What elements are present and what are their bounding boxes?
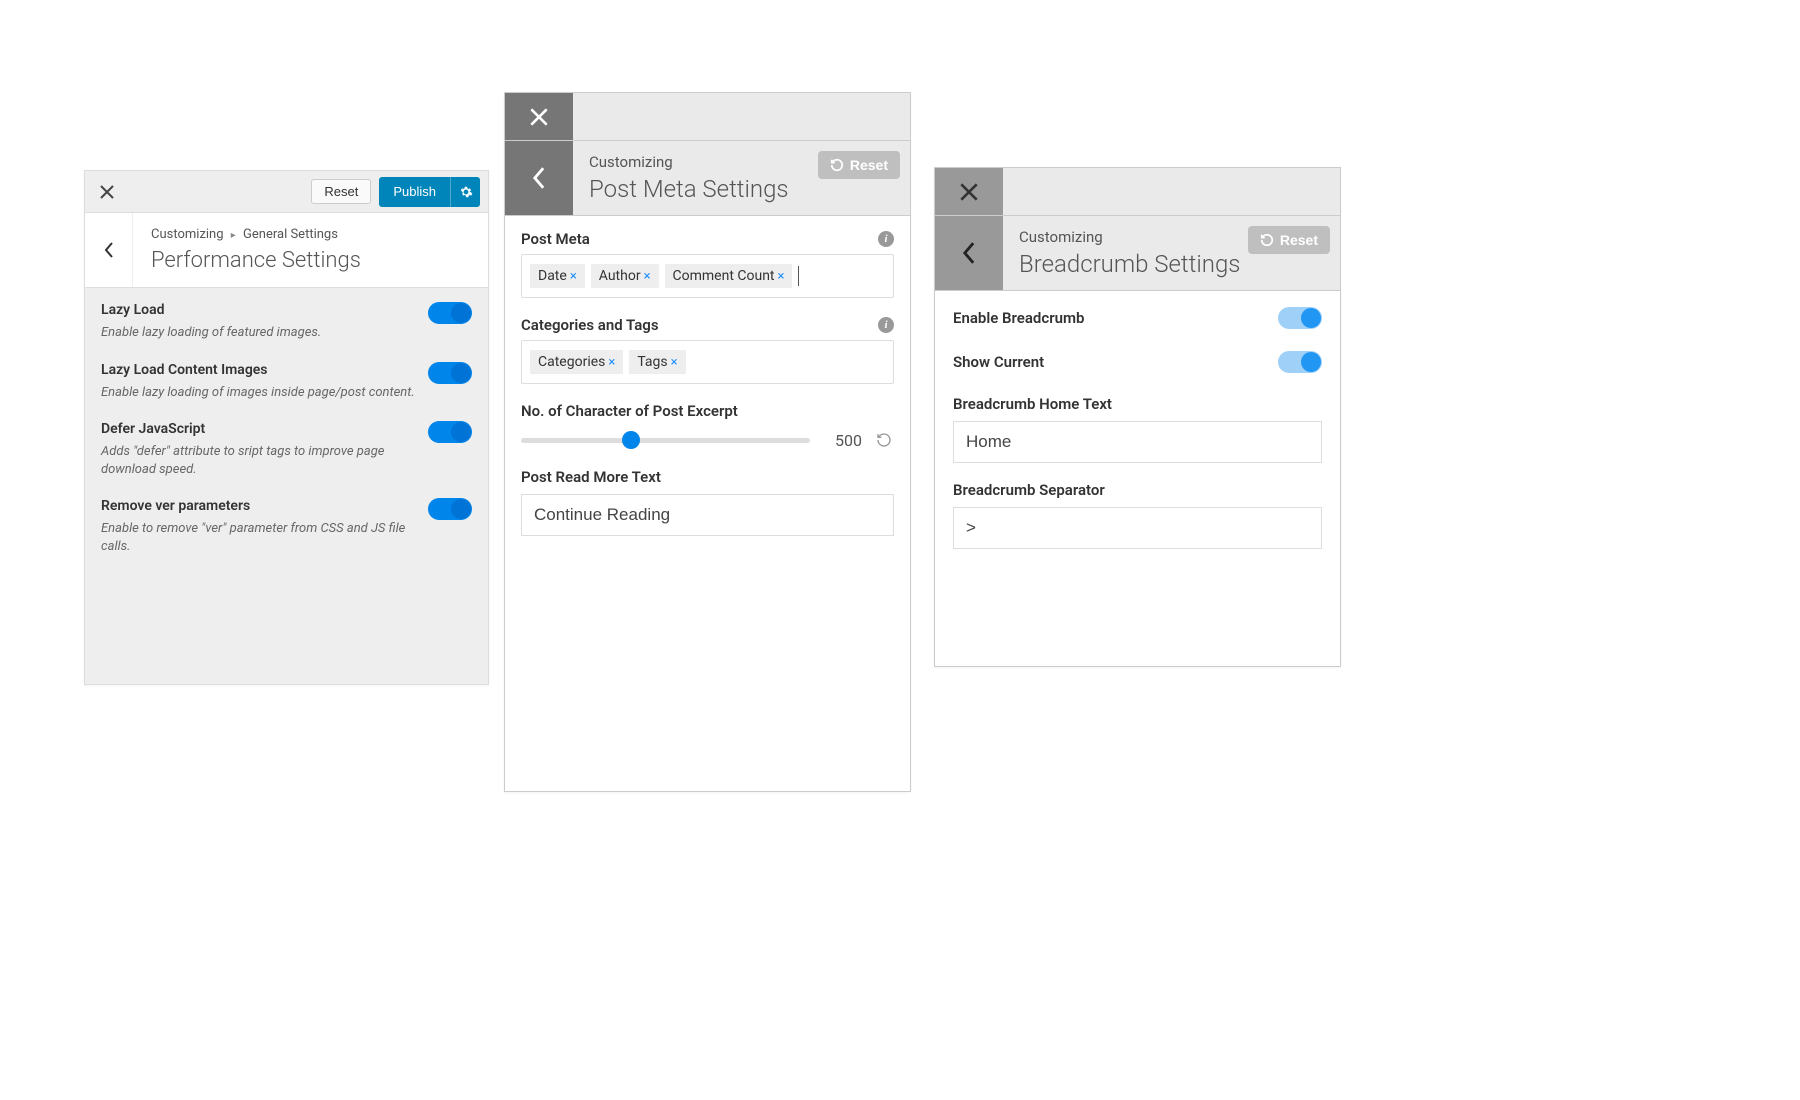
- customizer-header: Reset Publish: [85, 171, 488, 213]
- option-description: Enable lazy loading of images inside pag…: [101, 384, 416, 402]
- info-icon[interactable]: i: [878, 317, 894, 333]
- tag-date[interactable]: Date×: [530, 264, 585, 288]
- breadcrumb: Customizing ▸ General Settings: [151, 227, 470, 242]
- field-label: No. of Character of Post Excerpt: [521, 402, 894, 420]
- option-lazy-load-content: Lazy Load Content Images Enable lazy loa…: [101, 362, 472, 418]
- text-cursor: [798, 266, 799, 286]
- field-label: Breadcrumb Home Text: [953, 395, 1322, 413]
- option-description: Enable to remove "ver" parameter from CS…: [101, 520, 416, 555]
- read-more-input[interactable]: [521, 494, 894, 536]
- close-button[interactable]: [935, 168, 1003, 215]
- gear-icon: [459, 185, 473, 199]
- customizer-header: [505, 93, 910, 141]
- chevron-left-icon: [962, 241, 976, 265]
- publish-settings-button[interactable]: [450, 177, 480, 207]
- reset-slider-button[interactable]: [874, 430, 894, 450]
- breadcrumb-section: General Settings: [243, 227, 338, 242]
- panel-post-meta-settings: Reset Customizing Post Meta Settings Pos…: [504, 92, 911, 792]
- reset-icon: [1260, 233, 1274, 247]
- panel-title-row: Reset Customizing Post Meta Settings: [505, 141, 910, 216]
- field-label: Post Meta: [521, 230, 590, 248]
- reset-icon: [830, 158, 844, 172]
- option-description: Enable lazy loading of featured images.: [101, 324, 416, 342]
- option-label: Defer JavaScript: [101, 421, 416, 437]
- panel-performance-settings: Reset Publish Customizing ▸ General Sett…: [84, 170, 489, 685]
- close-icon: [100, 185, 114, 199]
- field-excerpt-length: No. of Character of Post Excerpt 500: [521, 402, 894, 450]
- reset-button[interactable]: Reset: [311, 179, 371, 204]
- tag-tags[interactable]: Tags×: [629, 350, 685, 374]
- field-read-more: Post Read More Text: [521, 468, 894, 536]
- publish-button[interactable]: Publish: [379, 177, 450, 207]
- close-button[interactable]: [93, 178, 121, 206]
- field-home-text: Breadcrumb Home Text: [953, 395, 1322, 463]
- tag-categories[interactable]: Categories×: [530, 350, 623, 374]
- breadcrumb-customizing: Customizing: [151, 227, 224, 242]
- option-remove-ver: Remove ver parameters Enable to remove "…: [101, 498, 472, 571]
- option-lazy-load: Lazy Load Enable lazy loading of feature…: [101, 302, 472, 358]
- toggle-lazy-load-content[interactable]: [428, 362, 472, 384]
- remove-tag-icon[interactable]: ×: [644, 269, 651, 284]
- chevron-left-icon: [104, 242, 114, 258]
- back-button[interactable]: [505, 141, 573, 215]
- option-label: Enable Breadcrumb: [953, 309, 1084, 327]
- reset-button[interactable]: Reset: [818, 151, 900, 179]
- slider-thumb[interactable]: [622, 431, 640, 449]
- option-label: Remove ver parameters: [101, 498, 416, 514]
- back-button[interactable]: [85, 213, 133, 287]
- toggle-lazy-load[interactable]: [428, 302, 472, 324]
- close-icon: [530, 108, 548, 126]
- option-enable-breadcrumb: Enable Breadcrumb: [953, 307, 1322, 329]
- toggle-show-current[interactable]: [1278, 351, 1322, 373]
- panel-body: Lazy Load Enable lazy loading of feature…: [85, 288, 488, 684]
- panel-title-row: Customizing ▸ General Settings Performan…: [85, 213, 488, 288]
- panel-title: Breadcrumb Settings: [1019, 250, 1324, 278]
- undo-icon: [876, 432, 892, 448]
- option-label: Show Current: [953, 353, 1044, 371]
- reset-button[interactable]: Reset: [1248, 226, 1330, 254]
- toggle-remove-ver[interactable]: [428, 498, 472, 520]
- close-icon: [960, 183, 978, 201]
- field-label: Breadcrumb Separator: [953, 481, 1322, 499]
- panel-body: Post Meta i Date× Author× Comment Count×…: [505, 216, 910, 791]
- panel-title: Post Meta Settings: [589, 175, 894, 203]
- toggle-defer-js[interactable]: [428, 421, 472, 443]
- panel-breadcrumb-settings: Reset Customizing Breadcrumb Settings En…: [934, 167, 1341, 667]
- panel-body: Enable Breadcrumb Show Current Breadcrum…: [935, 291, 1340, 666]
- field-label: Post Read More Text: [521, 468, 894, 486]
- chevron-left-icon: [532, 166, 546, 190]
- option-label: Lazy Load Content Images: [101, 362, 416, 378]
- tag-author[interactable]: Author×: [591, 264, 659, 288]
- remove-tag-icon[interactable]: ×: [778, 269, 785, 284]
- breadcrumb-separator-icon: ▸: [231, 230, 236, 241]
- option-defer-js: Defer JavaScript Adds "defer" attribute …: [101, 421, 472, 494]
- panel-title-row: Reset Customizing Breadcrumb Settings: [935, 216, 1340, 291]
- categories-tags-input[interactable]: Categories× Tags×: [521, 340, 894, 384]
- excerpt-value: 500: [822, 431, 862, 450]
- field-categories-tags: Categories and Tags i Categories× Tags×: [521, 316, 894, 384]
- tag-comment-count[interactable]: Comment Count×: [665, 264, 793, 288]
- back-button[interactable]: [935, 216, 1003, 290]
- remove-tag-icon[interactable]: ×: [570, 269, 577, 284]
- remove-tag-icon[interactable]: ×: [671, 355, 678, 370]
- toggle-enable-breadcrumb[interactable]: [1278, 307, 1322, 329]
- excerpt-slider[interactable]: [521, 438, 810, 443]
- option-label: Lazy Load: [101, 302, 416, 318]
- field-post-meta: Post Meta i Date× Author× Comment Count×: [521, 230, 894, 298]
- panel-title: Performance Settings: [151, 248, 470, 273]
- remove-tag-icon[interactable]: ×: [608, 355, 615, 370]
- separator-input[interactable]: [953, 507, 1322, 549]
- field-label: Categories and Tags: [521, 316, 659, 334]
- info-icon[interactable]: i: [878, 231, 894, 247]
- post-meta-tag-input[interactable]: Date× Author× Comment Count×: [521, 254, 894, 298]
- option-description: Adds "defer" attribute to sript tags to …: [101, 443, 416, 478]
- home-text-input[interactable]: [953, 421, 1322, 463]
- customizer-header: [935, 168, 1340, 216]
- close-button[interactable]: [505, 93, 573, 140]
- field-separator: Breadcrumb Separator: [953, 481, 1322, 549]
- option-show-current: Show Current: [953, 351, 1322, 373]
